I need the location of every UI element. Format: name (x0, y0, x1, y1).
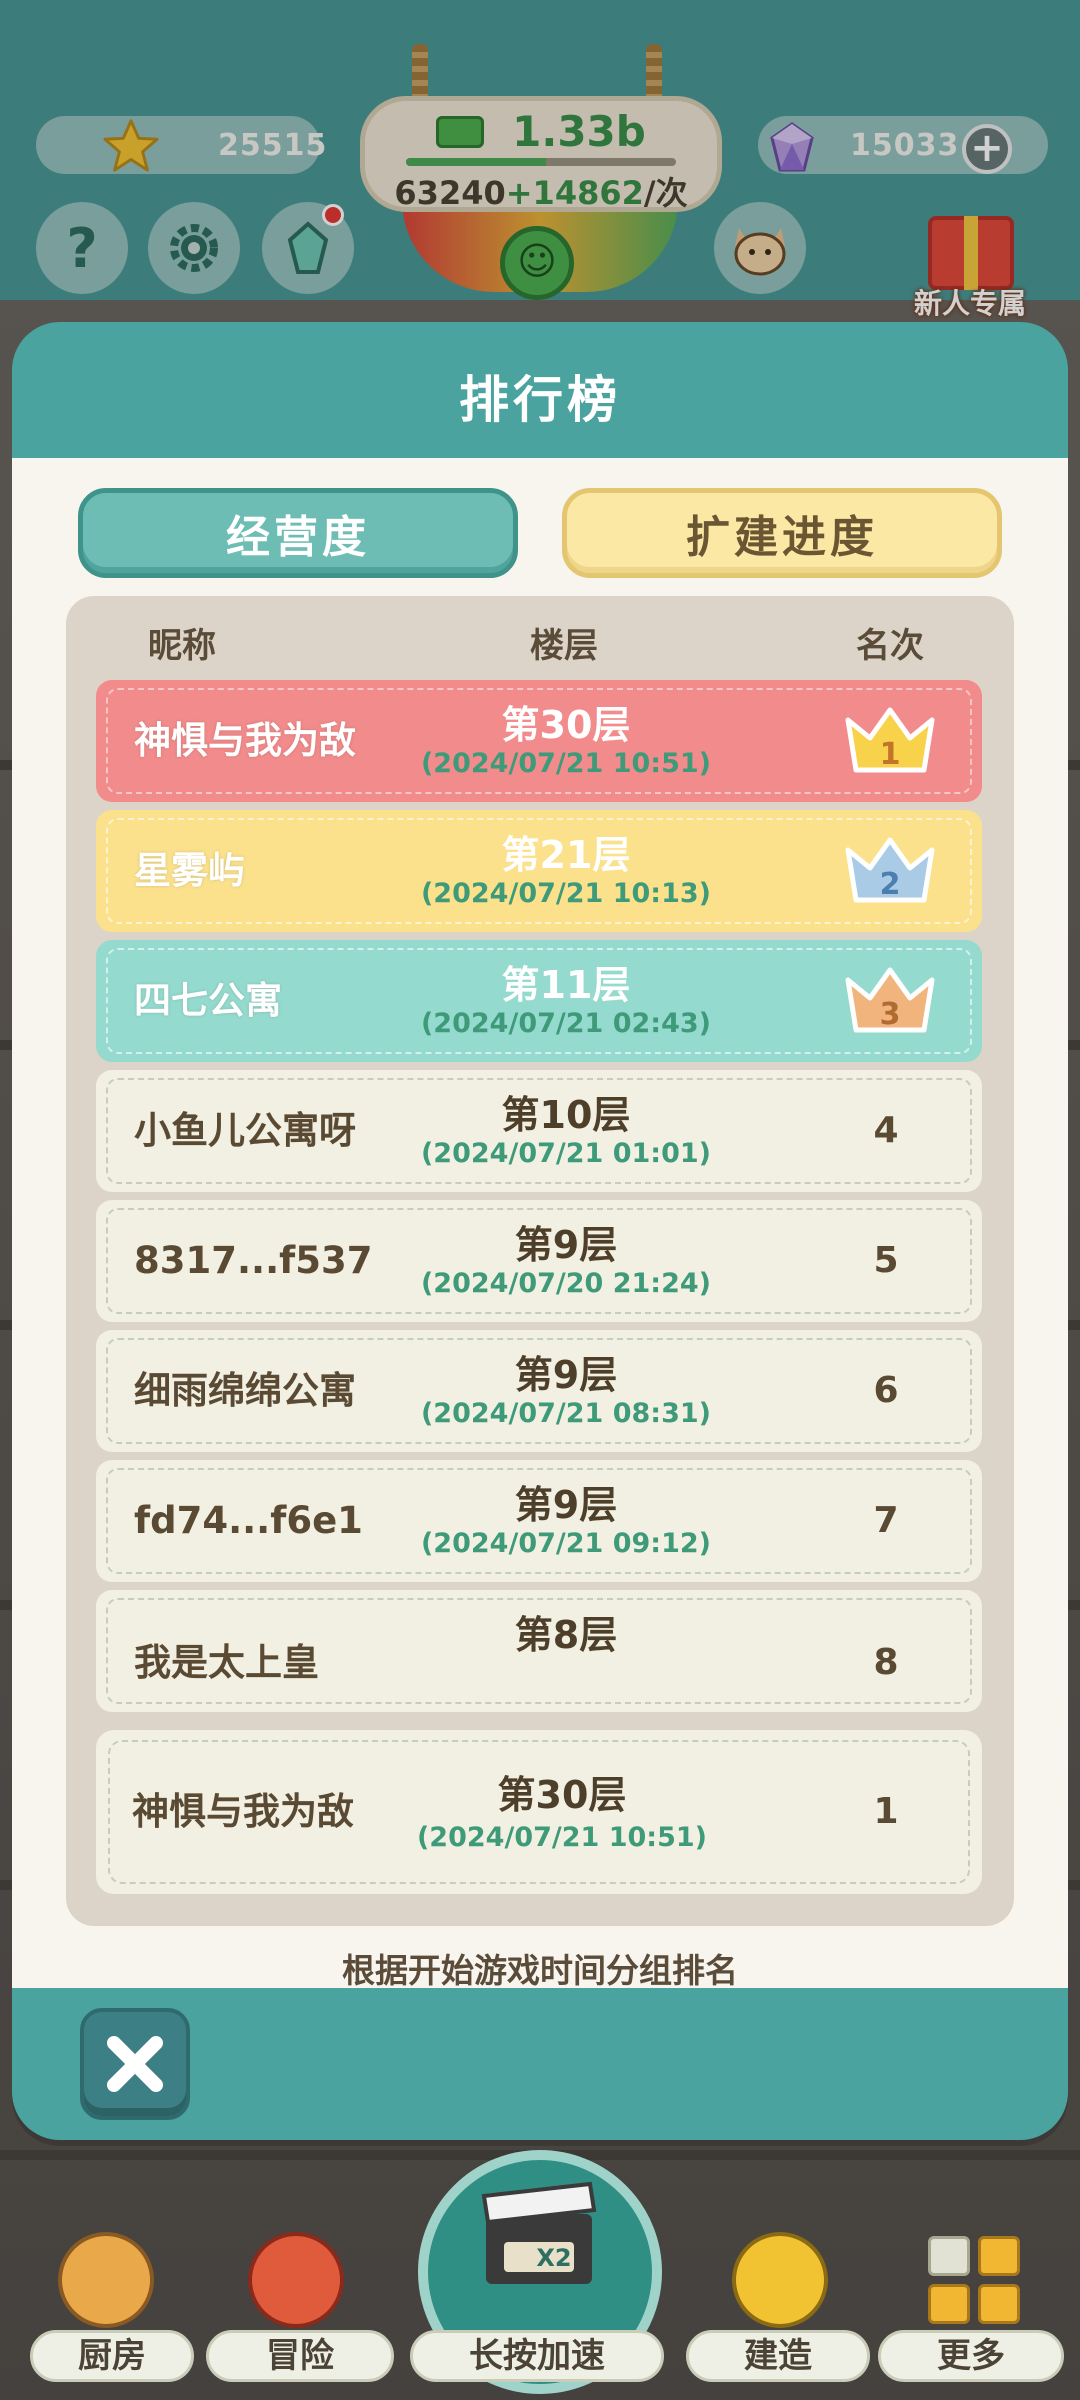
ranking-row-8[interactable]: 我是太上皇 第8层 8 (96, 1590, 982, 1712)
row-time: (2024/07/21 09:12) (420, 1528, 712, 1559)
speed-badge: X2 (536, 2244, 571, 2272)
column-header-rank: 名次 (856, 626, 924, 666)
row-floor: 第9层 (514, 1223, 618, 1267)
row-time: (2024/07/21 02:43) (420, 1008, 712, 1039)
row-name: 星雾屿 (134, 849, 245, 892)
row-time: (2024/07/21 10:51) (420, 748, 712, 779)
ranking-row-5[interactable]: 8317...f537 第9层 (2024/07/20 21:24) 5 (96, 1200, 982, 1322)
row-floor: 第10层 (501, 1093, 631, 1137)
close-icon (107, 2036, 163, 2092)
my-ranking-row[interactable]: 神惧与我为敌 第30层 (2024/07/21 10:51) 1 (96, 1730, 982, 1894)
ranking-row-7[interactable]: fd74...f6e1 第9层 (2024/07/21 09:12) 7 (96, 1460, 982, 1582)
burger-cat-icon (58, 2232, 154, 2328)
row-rank: 5 (873, 1240, 899, 1281)
crown-rank-number: 2 (880, 867, 901, 902)
row-time: (2024/07/21 01:01) (420, 1138, 712, 1169)
tab-operation[interactable]: 经营度 (78, 488, 518, 578)
row-name: 我是太上皇 (134, 1641, 319, 1684)
silver-crown-icon: 2 (845, 837, 935, 903)
modal-title: 排行榜 (459, 371, 621, 429)
crown-rank-number: 1 (880, 737, 901, 772)
more-button[interactable]: 更多 (878, 2330, 1064, 2382)
row-name: 8317...f537 (134, 1239, 373, 1282)
my-row-name: 神惧与我为敌 (132, 1790, 354, 1833)
ranking-row-4[interactable]: 小鱼儿公寓呀 第10层 (2024/07/21 01:01) 4 (96, 1070, 982, 1192)
builder-hat-icon (732, 2232, 828, 2328)
row-name: 神惧与我为敌 (134, 719, 356, 762)
row-floor: 第9层 (514, 1353, 618, 1397)
adventure-button[interactable]: 冒险 (206, 2330, 394, 2382)
row-name: fd74...f6e1 (134, 1499, 363, 1542)
row-floor: 第30层 (501, 703, 631, 747)
row-rank: 6 (873, 1370, 899, 1411)
row-floor: 第9层 (514, 1483, 618, 1527)
column-header-floor: 楼层 (530, 626, 598, 666)
column-header-name: 昵称 (148, 626, 216, 666)
gold-crown-icon: 1 (845, 707, 935, 773)
tab-expansion[interactable]: 扩建进度 (562, 488, 1002, 578)
row-floor: 第8层 (514, 1613, 618, 1657)
build-button[interactable]: 建造 (686, 2330, 870, 2382)
clapperboard-icon: X2 (481, 2181, 597, 2284)
close-button[interactable] (80, 2008, 190, 2120)
my-row-floor: 第30层 (497, 1773, 627, 1817)
row-rank: 7 (873, 1500, 899, 1541)
row-name: 细雨绵绵公寓 (134, 1369, 356, 1412)
crown-rank-number: 3 (880, 997, 901, 1032)
my-row-rank: 1 (873, 1791, 899, 1832)
row-rank: 8 (873, 1642, 899, 1683)
my-row-time: (2024/07/21 10:51) (416, 1822, 708, 1853)
ranking-row-1[interactable]: 神惧与我为敌 第30层 (2024/07/21 10:51) 1 (96, 680, 982, 802)
more-grid-icon (928, 2236, 1024, 2328)
ranking-row-2[interactable]: 星雾屿 第21层 (2024/07/21 10:13) 2 (96, 810, 982, 932)
row-floor: 第21层 (501, 833, 631, 877)
ranking-footnote: 根据开始游戏时间分组排名 (342, 1951, 738, 1990)
bronze-crown-icon: 3 (845, 967, 935, 1033)
kitchen-button[interactable]: 厨房 (30, 2330, 194, 2382)
explorer-cat-icon (248, 2232, 344, 2328)
row-rank: 4 (873, 1110, 899, 1151)
row-name: 小鱼儿公寓呀 (134, 1109, 356, 1152)
row-time: (2024/07/20 21:24) (420, 1268, 712, 1299)
ranking-list[interactable]: 神惧与我为敌 第30层 (2024/07/21 10:51) 1 星雾屿 第21… (96, 680, 984, 1722)
row-time: (2024/07/21 10:13) (420, 878, 712, 909)
hold-to-speed-button[interactable]: 长按加速 (410, 2330, 664, 2382)
ranking-row-3[interactable]: 四七公寓 第11层 (2024/07/21 02:43) 3 (96, 940, 982, 1062)
row-floor: 第11层 (501, 963, 631, 1007)
row-name: 四七公寓 (134, 979, 282, 1022)
ranking-row-6[interactable]: 细雨绵绵公寓 第9层 (2024/07/21 08:31) 6 (96, 1330, 982, 1452)
row-time: (2024/07/21 08:31) (420, 1398, 712, 1429)
